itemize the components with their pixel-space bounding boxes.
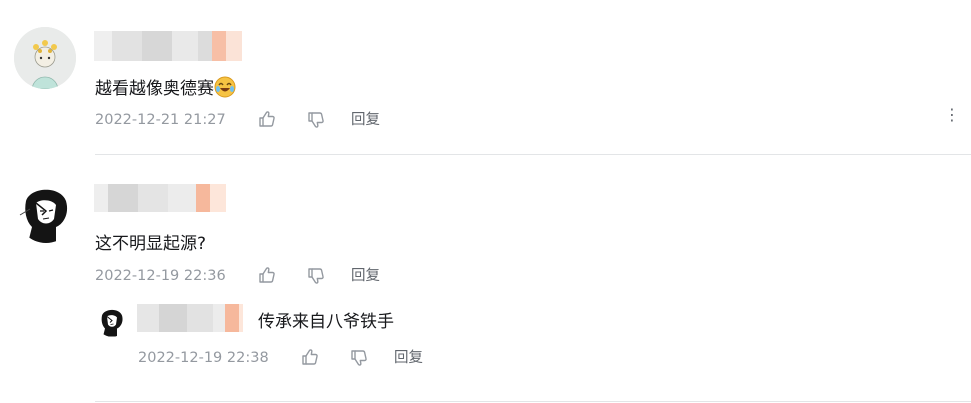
comment-divider — [95, 401, 971, 402]
comment-text: 越看越像奥德赛 — [95, 76, 236, 104]
username-blurred[interactable] — [94, 31, 242, 61]
thumbs-down-icon — [308, 268, 324, 284]
thumbs-up-icon — [302, 349, 318, 365]
avatar[interactable] — [16, 181, 76, 243]
reply-button[interactable]: 回复 — [351, 110, 380, 130]
avatar-illustration — [97, 305, 127, 337]
reply-button[interactable]: 回复 — [351, 266, 380, 286]
avatar[interactable] — [14, 27, 76, 89]
reply-timestamp: 2022-12-19 22:38 — [138, 350, 269, 366]
thumbs-up-icon — [259, 267, 275, 283]
like-button[interactable] — [257, 265, 277, 285]
username-blurred[interactable] — [137, 304, 243, 332]
username-blurred[interactable] — [94, 184, 226, 212]
comment-divider — [95, 154, 971, 155]
reply-button[interactable]: 回复 — [394, 348, 423, 368]
dislike-button[interactable] — [349, 348, 369, 368]
thumbs-down-icon — [351, 350, 367, 366]
thumbs-down-icon — [308, 112, 324, 128]
avatar-illustration — [14, 27, 76, 89]
comment-timestamp: 2022-12-19 22:36 — [95, 268, 226, 284]
like-button[interactable] — [257, 109, 277, 129]
avatar[interactable] — [97, 305, 127, 337]
more-options-icon[interactable]: ⋮ — [944, 107, 960, 123]
dislike-button[interactable] — [306, 110, 326, 130]
comment-text: 这不明显起源? — [95, 234, 207, 254]
laughing-crying-emoji — [214, 76, 236, 104]
like-button[interactable] — [300, 347, 320, 367]
avatar-illustration — [16, 181, 76, 243]
dislike-button[interactable] — [306, 266, 326, 286]
comment-timestamp: 2022-12-21 21:27 — [95, 112, 226, 128]
thumbs-up-icon — [259, 111, 275, 127]
reply-text: 传承来自八爷铁手 — [258, 312, 394, 332]
